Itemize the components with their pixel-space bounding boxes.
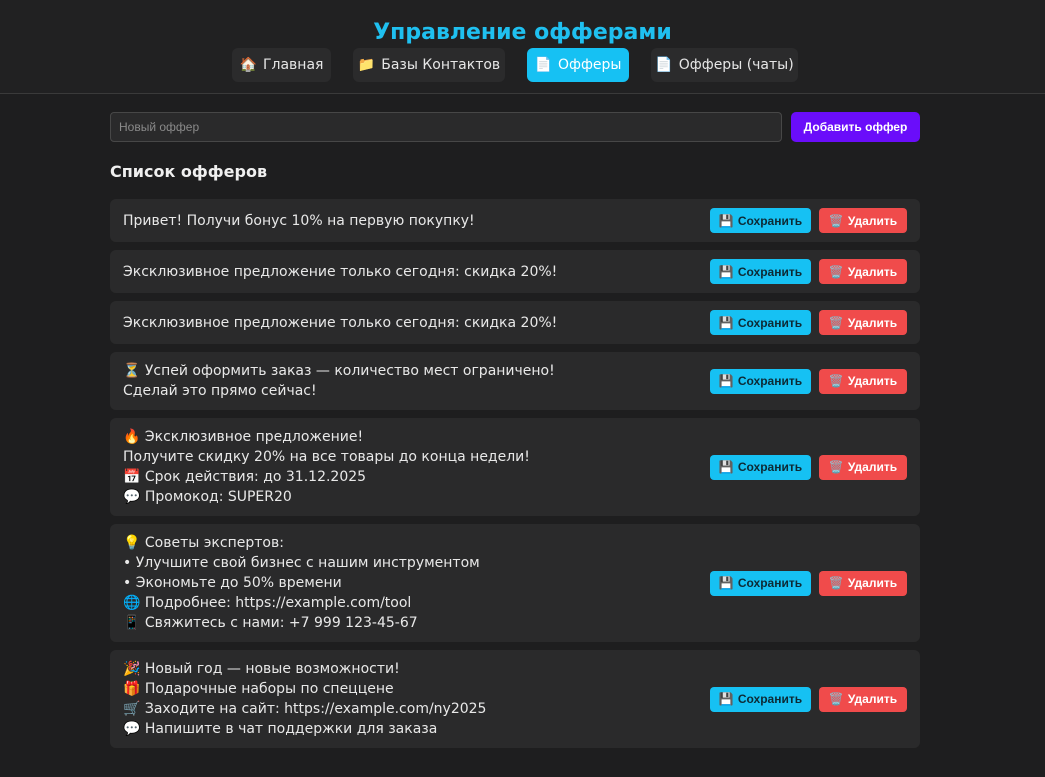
nav-contact-bases[interactable]: 📁 Базы Контактов — [353, 48, 505, 82]
offer-actions: 💾 Сохранить 🗑️ Удалить — [710, 208, 907, 233]
offer-item: 🔥 Эксклюзивное предложение! Получите ски… — [110, 418, 920, 516]
nav-label: Базы Контактов — [381, 57, 501, 73]
delete-button[interactable]: 🗑️ Удалить — [819, 686, 907, 712]
delete-button[interactable]: 🗑️ Удалить — [819, 570, 907, 596]
offer-item: Привет! Получи бонус 10% на первую покуп… — [110, 199, 920, 242]
offer-actions: 💾 Сохранить 🗑️ Удалить — [710, 686, 907, 712]
delete-button[interactable]: 🗑️ Удалить — [819, 368, 907, 394]
delete-button[interactable]: 🗑️ Удалить — [819, 208, 907, 233]
floppy-disk-icon: 💾 — [718, 213, 734, 228]
save-button[interactable]: 💾 Сохранить — [710, 368, 811, 394]
offer-list: Привет! Получи бонус 10% на первую покуп… — [110, 199, 920, 756]
floppy-disk-icon: 💾 — [718, 576, 734, 590]
trash-icon: 🗑️ — [828, 213, 844, 228]
offer-actions: 💾 Сохранить 🗑️ Удалить — [710, 454, 907, 480]
offer-item: 🎉 Новый год — новые возможности! 🎁 Подар… — [110, 650, 920, 748]
trash-icon: 🗑️ — [828, 692, 844, 706]
delete-label: Удалить — [847, 315, 898, 330]
save-label: Сохранить — [737, 460, 803, 474]
nav-offers[interactable]: 📄 Офферы — [527, 48, 629, 82]
delete-button[interactable]: 🗑️ Удалить — [819, 454, 907, 480]
offer-text[interactable]: Эксклюзивное предложение только сегодня:… — [123, 313, 710, 333]
nav-label: Офферы — [557, 57, 622, 73]
page-title: Управление офферами — [373, 20, 672, 45]
nav-home[interactable]: 🏠 Главная — [232, 48, 331, 82]
trash-icon: 🗑️ — [828, 460, 844, 474]
save-label: Сохранить — [737, 374, 803, 388]
delete-label: Удалить — [847, 213, 898, 228]
floppy-disk-icon: 💾 — [718, 315, 734, 330]
save-label: Сохранить — [737, 264, 803, 279]
delete-label: Удалить — [847, 576, 898, 590]
save-button[interactable]: 💾 Сохранить — [710, 208, 811, 233]
nav-label: Главная — [262, 57, 324, 73]
save-button[interactable]: 💾 Сохранить — [710, 454, 811, 480]
offer-text[interactable]: 💡 Советы экспертов: • Улучшите свой бизн… — [123, 533, 710, 633]
add-offer-row: Добавить оффер — [110, 112, 920, 142]
save-button[interactable]: 💾 Сохранить — [710, 259, 811, 284]
floppy-disk-icon: 💾 — [718, 374, 734, 388]
new-offer-input[interactable] — [110, 112, 782, 142]
save-button[interactable]: 💾 Сохранить — [710, 686, 811, 712]
offer-list-title: Список офферов — [110, 162, 268, 181]
offer-item: ⏳ Успей оформить заказ — количество мест… — [110, 352, 920, 410]
offer-actions: 💾 Сохранить 🗑️ Удалить — [710, 310, 907, 335]
floppy-disk-icon: 💾 — [718, 460, 734, 474]
offer-text[interactable]: Эксклюзивное предложение только сегодня:… — [123, 262, 710, 282]
add-offer-button[interactable]: Добавить оффер — [791, 112, 920, 142]
offer-text[interactable]: 🎉 Новый год — новые возможности! 🎁 Подар… — [123, 659, 710, 739]
save-label: Сохранить — [737, 213, 803, 228]
floppy-disk-icon: 💾 — [718, 264, 734, 279]
delete-label: Удалить — [847, 460, 898, 474]
offer-item: Эксклюзивное предложение только сегодня:… — [110, 301, 920, 344]
document-icon: 📄 — [655, 57, 673, 73]
trash-icon: 🗑️ — [828, 315, 844, 330]
document-icon: 📄 — [534, 57, 552, 73]
delete-label: Удалить — [847, 264, 898, 279]
home-icon: 🏠 — [239, 57, 257, 73]
offer-text[interactable]: Привет! Получи бонус 10% на первую покуп… — [123, 211, 710, 231]
save-label: Сохранить — [737, 692, 803, 706]
nav-offers-chats[interactable]: 📄 Офферы (чаты) — [651, 48, 798, 82]
save-button[interactable]: 💾 Сохранить — [710, 310, 811, 335]
trash-icon: 🗑️ — [828, 374, 844, 388]
nav-label: Офферы (чаты) — [678, 57, 794, 73]
offer-text[interactable]: 🔥 Эксклюзивное предложение! Получите ски… — [123, 427, 710, 507]
save-button[interactable]: 💾 Сохранить — [710, 570, 811, 596]
offer-actions: 💾 Сохранить 🗑️ Удалить — [710, 368, 907, 394]
offer-actions: 💾 Сохранить 🗑️ Удалить — [710, 259, 907, 284]
save-label: Сохранить — [737, 576, 803, 590]
delete-button[interactable]: 🗑️ Удалить — [819, 259, 907, 284]
offer-actions: 💾 Сохранить 🗑️ Удалить — [710, 570, 907, 596]
save-label: Сохранить — [737, 315, 803, 330]
offer-item: Эксклюзивное предложение только сегодня:… — [110, 250, 920, 293]
folder-icon: 📁 — [357, 57, 376, 73]
trash-icon: 🗑️ — [828, 264, 844, 279]
trash-icon: 🗑️ — [828, 576, 844, 590]
floppy-disk-icon: 💾 — [718, 692, 734, 706]
offer-item: 💡 Советы экспертов: • Улучшите свой бизн… — [110, 524, 920, 642]
header: Управление офферами 🏠 Главная 📁 Базы Кон… — [0, 0, 1045, 94]
delete-label: Удалить — [847, 692, 898, 706]
delete-button[interactable]: 🗑️ Удалить — [819, 310, 907, 335]
offer-text[interactable]: ⏳ Успей оформить заказ — количество мест… — [123, 361, 710, 401]
delete-label: Удалить — [847, 374, 898, 388]
